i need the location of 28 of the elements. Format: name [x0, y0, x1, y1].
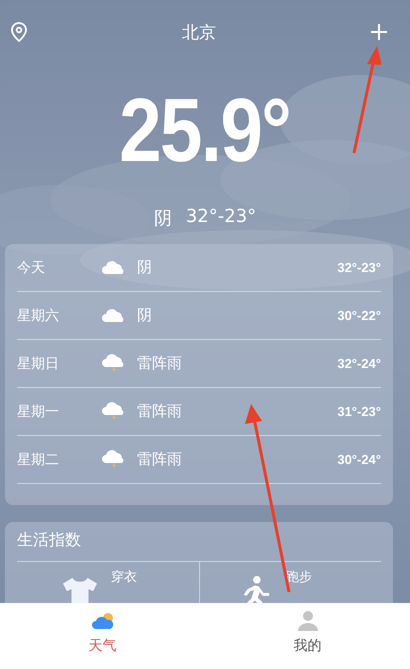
forecast-range: 30°-22° [337, 308, 381, 323]
forecast-range: 32°-23° [337, 260, 381, 275]
tab[interactable]: 我的 [205, 603, 410, 669]
life-index-label: 穿衣 [111, 569, 137, 586]
add-icon[interactable] [370, 23, 388, 41]
forecast-day: 星期六 [17, 306, 101, 324]
forecast-day: 今天 [17, 258, 101, 276]
shirt-icon [61, 576, 99, 603]
location-pin-icon[interactable] [10, 22, 28, 42]
forecast-condition: 阴 [137, 306, 153, 325]
forecast-condition: 阴 [137, 258, 153, 277]
forecast-day: 星期二 [17, 450, 101, 468]
forecast-day: 星期一 [17, 402, 101, 420]
forecast-condition: 雷阵雨 [137, 354, 183, 373]
forecast-condition: 雷阵雨 [137, 402, 183, 421]
current-condition: 阴 [154, 207, 172, 231]
person-icon [296, 611, 320, 631]
forecast-day: 星期日 [17, 354, 101, 372]
tab[interactable]: 天气 [0, 603, 205, 669]
forecast-range: 31°-23° [337, 404, 381, 419]
forecast-range: 32°-24° [337, 356, 381, 371]
life-index-title: 生活指数 [17, 522, 381, 562]
current-temperature: 25.9° [120, 86, 290, 176]
forecast-range: 30°-24° [337, 452, 381, 467]
current-range: 32°-23° [186, 206, 256, 229]
city-name: 北京 [182, 22, 216, 44]
forecast-condition: 雷阵雨 [137, 450, 183, 469]
cloud-sun-icon [90, 611, 114, 631]
